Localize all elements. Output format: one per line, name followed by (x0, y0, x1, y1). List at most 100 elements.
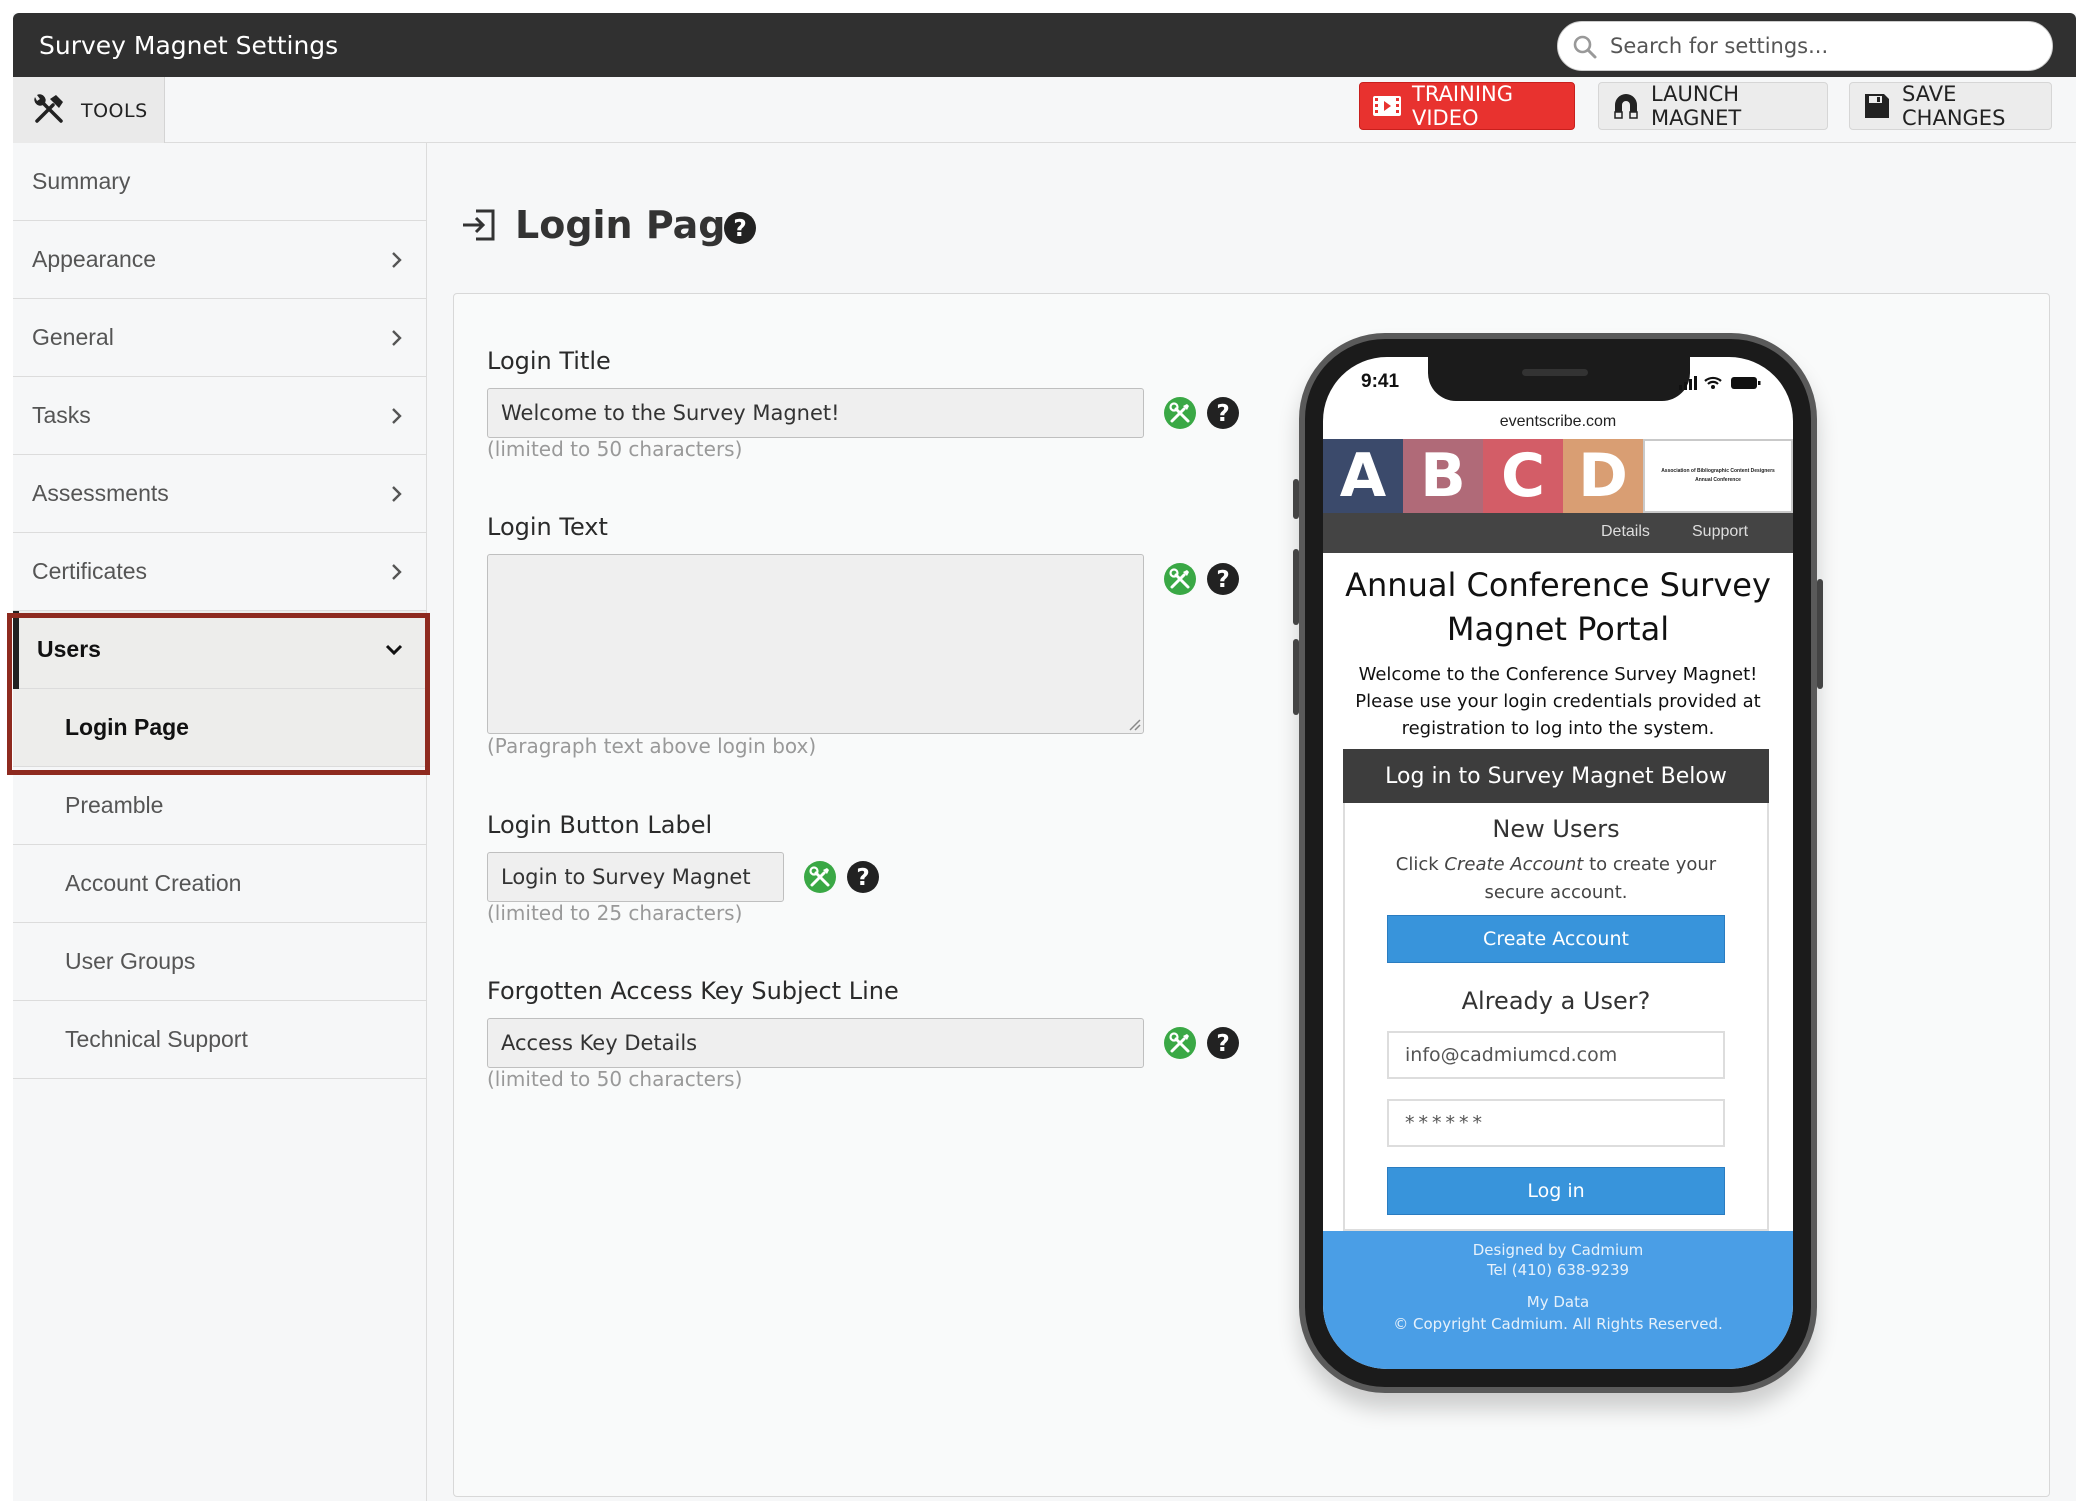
footer-copyright: © Copyright Cadmium. All Rights Reserved… (1393, 1315, 1723, 1333)
sidebar-item-summary[interactable]: Summary (13, 143, 426, 221)
banner-letter: C (1483, 439, 1563, 513)
sidebar-item-appearance[interactable]: Appearance (13, 221, 426, 299)
help-icon[interactable]: ? (1206, 1026, 1240, 1060)
sidebar-item-certificates[interactable]: Certificates (13, 533, 426, 611)
tools-button[interactable]: TOOLS (13, 77, 165, 143)
toolbar: TOOLS TRAINING VIDEO LAUNCH MAGNET SAVE … (13, 77, 2076, 143)
help-icon[interactable]: ? (846, 860, 880, 894)
login-button-label: Login Button Label (487, 811, 713, 839)
title-bar: Survey Magnet Settings (13, 13, 2076, 77)
svg-text:?: ? (1216, 1031, 1229, 1057)
create-account-button[interactable]: Create Account (1387, 915, 1725, 963)
phone-volume-down (1293, 639, 1299, 715)
phone-power-button (1817, 579, 1823, 689)
selection-highlight-box (7, 613, 430, 775)
login-text-hint: (Paragraph text above login box) (487, 734, 817, 758)
search-input[interactable] (1610, 31, 2030, 61)
sidebar-item-label: Technical Support (65, 1026, 248, 1052)
help-icon[interactable]: ? (1206, 562, 1240, 596)
forgot-subject-label: Forgotten Access Key Subject Line (487, 977, 899, 1005)
sidebar-item-label: Account Creation (65, 870, 242, 896)
chevron-right-icon (392, 486, 402, 502)
settings-app: Survey Magnet Settings TOOLS (7, 13, 2076, 1501)
video-icon (1373, 96, 1401, 116)
phone-screen: 9:41 eventscribe.com A B C D Association… (1323, 357, 1793, 1369)
conference-banner: A B C D Association of Bibliographic Con… (1323, 439, 1793, 513)
footer-designed-by: Designed by Cadmium (1472, 1241, 1644, 1259)
sidebar-item-label: User Groups (65, 948, 196, 974)
status-time: 9:41 (1361, 371, 1400, 392)
signal-wifi-battery-icon (1679, 376, 1761, 390)
preview-nav-details[interactable]: Details (1601, 523, 1650, 541)
sidebar-item-label: Tasks (32, 402, 91, 428)
help-icon[interactable]: ? (1206, 396, 1240, 430)
chevron-right-icon (392, 408, 402, 424)
svg-text:?: ? (1216, 401, 1229, 427)
preview-subnav: Details Support (1323, 513, 1793, 553)
sidebar-item-account-creation[interactable]: Account Creation (13, 845, 426, 923)
association-logo: Association of Bibliographic Content Des… (1643, 439, 1793, 513)
association-event: Annual Conference (1695, 477, 1741, 483)
tools-label: TOOLS (81, 100, 148, 122)
banner-letter: A (1323, 439, 1403, 513)
customize-tools-icon[interactable] (1163, 396, 1197, 430)
svg-text:?: ? (733, 216, 746, 242)
customize-tools-icon[interactable] (1163, 562, 1197, 596)
training-video-button[interactable]: TRAINING VIDEO (1359, 82, 1575, 130)
chevron-right-icon (392, 330, 402, 346)
help-icon[interactable]: ? (723, 211, 757, 245)
training-video-label: TRAINING VIDEO (1412, 82, 1514, 130)
phone-speaker (1522, 369, 1588, 376)
new-users-heading: New Users (1492, 815, 1620, 843)
footer-my-data[interactable]: My Data (1323, 1293, 1793, 1311)
login-text-textarea[interactable] (487, 554, 1144, 734)
login-text-label: Login Text (487, 513, 608, 541)
resize-handle-icon[interactable] (1128, 718, 1142, 732)
login-title-input[interactable] (487, 388, 1144, 438)
forgot-subject-hint: (limited to 50 characters) (487, 1067, 743, 1091)
sidebar-item-user-groups[interactable]: User Groups (13, 923, 426, 1001)
login-button-hint: (limited to 25 characters) (487, 901, 743, 925)
tools-icon (34, 94, 63, 123)
association-name: Association of Bibliographic Content Des… (1661, 467, 1775, 474)
chevron-right-icon (392, 564, 402, 580)
svg-text:?: ? (856, 865, 869, 891)
forgot-subject-input[interactable] (487, 1018, 1144, 1068)
preview-login-box: Log in to Survey Magnet Below New Users … (1343, 749, 1769, 1231)
preview-login-button[interactable]: Log in (1387, 1167, 1725, 1215)
chevron-right-icon (392, 252, 402, 268)
login-title-label: Login Title (487, 347, 611, 375)
sidebar-item-label: Assessments (32, 480, 169, 506)
sidebar-item-tasks[interactable]: Tasks (13, 377, 426, 455)
preview-password-input[interactable]: ****** (1387, 1099, 1725, 1147)
banner-letter: D (1563, 439, 1643, 513)
preview-footer: Designed by Cadmium Tel (410) 638-9239 M… (1323, 1231, 1793, 1369)
sidebar-item-general[interactable]: General (13, 299, 426, 377)
new-users-text-em: Create Account (1444, 854, 1584, 875)
sidebar-item-preamble[interactable]: Preamble (13, 767, 426, 845)
phone-notch (1428, 357, 1690, 401)
sidebar-item-label: Certificates (32, 558, 148, 584)
new-users-text-before: Click (1395, 854, 1445, 875)
customize-tools-icon[interactable] (1163, 1026, 1197, 1060)
footer-phone: Tel (410) 638-9239 (1486, 1261, 1630, 1279)
preview-email-input[interactable]: info@cadmiumcd.com (1387, 1031, 1725, 1079)
settings-search[interactable] (1557, 21, 2053, 71)
sidebar-item-assessments[interactable]: Assessments (13, 455, 426, 533)
portal-welcome-text: Welcome to the Conference Survey Magnet!… (1355, 664, 1761, 739)
banner-letter: B (1403, 439, 1483, 513)
phone-preview: 9:41 eventscribe.com A B C D Association… (1293, 333, 1823, 1393)
magnet-icon (1614, 94, 1638, 119)
page-title: Login Page (515, 203, 752, 247)
preview-nav-support[interactable]: Support (1692, 523, 1748, 541)
phone-mute-switch (1293, 479, 1299, 519)
customize-tools-icon[interactable] (803, 860, 837, 894)
login-title-hint: (limited to 50 characters) (487, 437, 743, 461)
launch-magnet-button[interactable]: LAUNCH MAGNET (1598, 82, 1828, 130)
portal-title: Annual Conference Survey Magnet Portal (1345, 566, 1771, 648)
save-changes-button[interactable]: SAVE CHANGES (1849, 82, 2052, 130)
sidebar-item-label: Preamble (65, 792, 164, 818)
sidebar-item-technical-support[interactable]: Technical Support (13, 1001, 426, 1079)
new-users-text: Click Create Account to create your secu… (1365, 851, 1747, 907)
login-button-input[interactable] (487, 852, 784, 902)
